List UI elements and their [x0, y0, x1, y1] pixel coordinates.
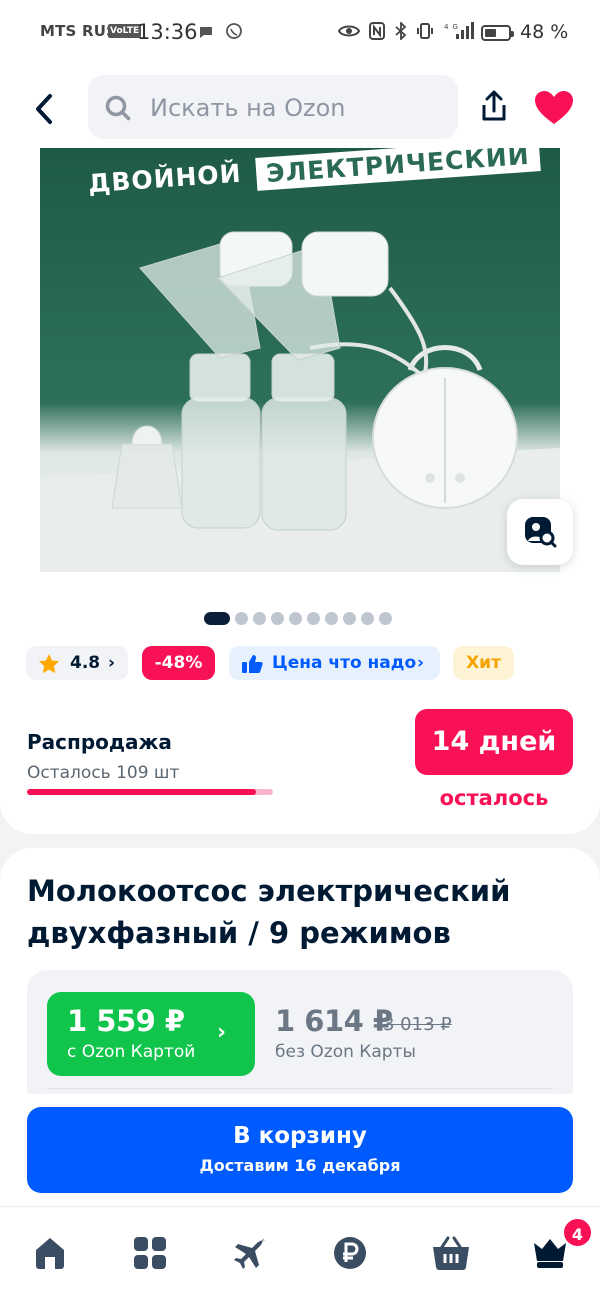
search-icon [105, 95, 131, 121]
chevron-right-icon: › [417, 653, 425, 673]
regular-price: 1 614 ₽ [275, 1004, 393, 1038]
good-price-chip[interactable]: Цена что надо › [229, 646, 440, 680]
hit-badge: Хит [453, 646, 514, 680]
breast-pump-illustration [40, 231, 560, 572]
visual-search-button[interactable] [507, 499, 573, 565]
battery-percent: 48 % [520, 21, 569, 43]
favorite-heart-icon[interactable] [534, 90, 574, 126]
search-placeholder: Искать на Ozon [150, 94, 346, 122]
ozon-card-caption: с Ozon Картой [67, 1042, 196, 1062]
rating-chip[interactable]: 4.8 › [26, 646, 128, 680]
search-bar[interactable]: Искать на Ozon [88, 75, 458, 139]
divider [47, 1088, 553, 1089]
chevron-right-icon: › [217, 1020, 227, 1045]
star-icon [39, 654, 59, 674]
thumbs-up-icon [242, 655, 263, 673]
travel-icon[interactable] [233, 1235, 267, 1271]
stock-remaining: Осталось 109 шт [27, 763, 180, 783]
carrier-name: MTS RUS [40, 22, 118, 40]
gallery-dot[interactable] [379, 612, 392, 625]
nfc-icon [369, 22, 386, 40]
add-to-cart-label: В корзину [233, 1123, 367, 1149]
bottom-tab-bar [0, 1206, 600, 1299]
back-arrow-icon[interactable] [28, 90, 64, 128]
notification-icons [198, 23, 243, 42]
finance-icon[interactable] [333, 1235, 367, 1271]
price-card: 1 559 ₽ с Ozon Картой › 1 614 ₽ 3 013 ₽ … [27, 970, 573, 1110]
eye-icon [337, 25, 361, 37]
product-photo[interactable]: ДВОЙНОЙ ЭЛЕКТРИЧЕСКИЙ [40, 148, 560, 572]
days-left-caption: осталось [439, 786, 549, 810]
home-icon[interactable] [33, 1235, 67, 1271]
share-icon[interactable] [478, 90, 510, 124]
days-left-badge: 14 дней [415, 709, 573, 775]
ozon-card-price: 1 559 ₽ [67, 1004, 185, 1038]
product-hero: Искать на Ozon ДВОЙНОЙ ЭЛЕКТРИЧЕСКИЙ 4.8… [0, 66, 600, 834]
sale-title: Распродажа [27, 730, 172, 754]
gallery-dot[interactable] [271, 612, 284, 625]
bluetooth-icon [395, 20, 407, 42]
system-icons: 4G [337, 20, 474, 42]
clock: 13:36 [137, 20, 198, 44]
gallery-dot[interactable] [289, 612, 302, 625]
delivery-date: Доставим 16 декабря [199, 1156, 401, 1175]
add-to-cart-button[interactable]: В корзину Доставим 16 декабря [27, 1107, 573, 1193]
catalog-icon[interactable] [133, 1235, 167, 1271]
gallery-dot[interactable] [235, 612, 248, 625]
gallery-dot[interactable] [307, 612, 320, 625]
good-price-label: Цена что надо [272, 653, 417, 673]
status-bar: MTS RUS VoLTE 13:36 4G 48 % [0, 0, 600, 66]
vibrate-icon [417, 23, 434, 39]
old-price: 3 013 ₽ [383, 1014, 452, 1035]
cart-bar: В корзину Доставим 16 декабря [0, 1094, 600, 1206]
viber-icon [226, 23, 242, 39]
gallery-dot[interactable] [361, 612, 374, 625]
stock-progress-bar [27, 789, 273, 795]
gallery-dot[interactable] [253, 612, 266, 625]
cart-icon[interactable] [432, 1235, 470, 1271]
signal-4g-icon: 4G [444, 22, 474, 39]
product-title: Молокоотсос электрический двухфазный / 9… [27, 874, 511, 950]
gallery-dot[interactable] [343, 612, 356, 625]
chat-icon [200, 27, 212, 38]
chevron-right-icon: › [108, 653, 116, 673]
battery-icon [481, 25, 514, 41]
ozon-card-price-button[interactable]: 1 559 ₽ с Ozon Картой › [47, 992, 255, 1076]
profile-notification-badge: 4 [562, 1217, 593, 1248]
regular-price-caption: без Ozon Карты [275, 1042, 416, 1062]
discount-badge: -48% [142, 646, 215, 680]
svg-text:4G: 4G [444, 23, 462, 31]
gallery-dot[interactable] [325, 612, 338, 625]
image-search-icon [525, 517, 557, 548]
rating-value: 4.8 [70, 653, 101, 673]
gallery-dot[interactable] [204, 612, 230, 625]
profile-icon[interactable] [532, 1235, 568, 1271]
